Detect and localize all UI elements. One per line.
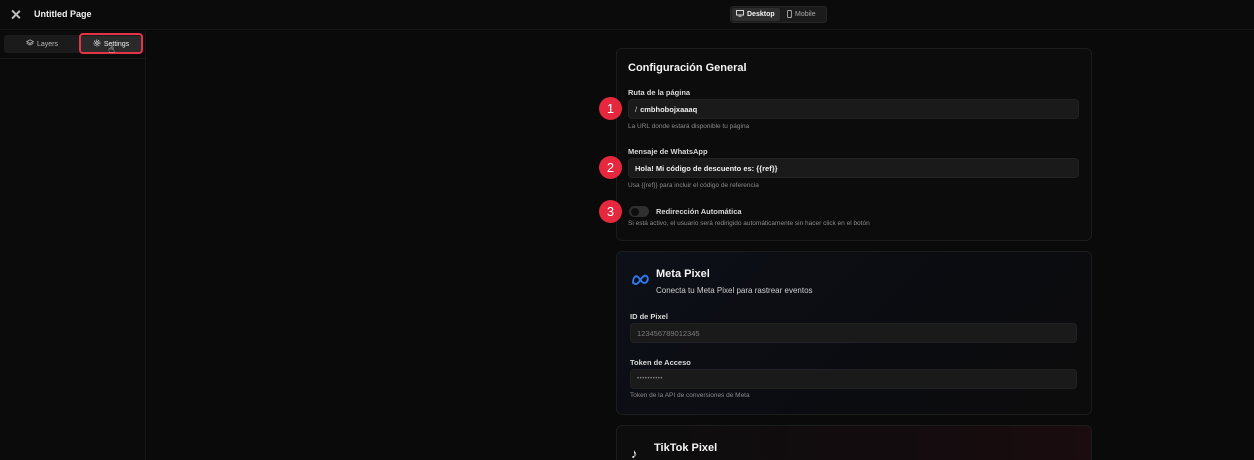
whatsapp-value: Hola! Mi código de descuento es: {{ref}} <box>635 163 778 173</box>
route-prefix: / <box>635 104 638 114</box>
tiktok-logo-icon: ♪ <box>631 446 638 460</box>
route-value: cmbhobojxaaaq <box>640 104 698 114</box>
mobile-button[interactable]: Mobile <box>783 8 825 21</box>
mobile-label: Mobile <box>795 11 816 18</box>
monitor-icon <box>736 10 744 19</box>
tab-layers[interactable]: Layers <box>5 36 79 52</box>
whatsapp-message-input[interactable]: Hola! Mi código de descuento es: {{ref}} <box>628 158 1079 178</box>
access-token-label: Token de Acceso <box>630 358 691 367</box>
whatsapp-label: Mensaje de WhatsApp <box>628 147 708 156</box>
pixel-id-input[interactable]: 123456789012345 <box>630 323 1077 343</box>
pixel-id-placeholder: 123456789012345 <box>637 328 700 338</box>
desktop-button[interactable]: Desktop <box>732 8 780 21</box>
route-helper: La URL donde estará disponible tu página <box>628 123 750 130</box>
gear-icon <box>93 39 101 49</box>
annotation-badge-3: 3 <box>599 200 622 223</box>
page-title: Untitled Page <box>34 9 92 19</box>
sidebar-divider <box>0 58 146 59</box>
meta-pixel-subtitle: Conecta tu Meta Pixel para rastrear even… <box>656 286 813 295</box>
device-toggle: Desktop Mobile <box>730 6 827 23</box>
phone-icon <box>787 9 792 20</box>
auto-redirect-label: Redirección Automática <box>656 207 742 216</box>
annotation-badge-2: 2 <box>599 156 622 179</box>
tab-layers-label: Layers <box>36 40 58 48</box>
whatsapp-helper: Usa {{ref}} para incluir el código de re… <box>628 182 759 189</box>
desktop-label: Desktop <box>747 11 775 18</box>
access-token-placeholder: •••••••••• <box>637 376 664 382</box>
meta-pixel-title: Meta Pixel <box>656 268 710 280</box>
access-token-helper: Token de la API de conversiones de Meta <box>630 392 750 399</box>
sidebar-tabs: Layers Settings <box>4 35 142 53</box>
close-icon[interactable] <box>9 8 23 22</box>
tiktok-pixel-title: TikTok Pixel <box>654 442 718 454</box>
top-bar: Untitled Page Desktop Mobile <box>0 0 1254 30</box>
left-panel: Layers Settings <box>0 31 146 460</box>
pixel-id-label: ID de Pixel <box>630 312 668 321</box>
access-token-input[interactable]: •••••••••• <box>630 369 1077 389</box>
auto-redirect-helper: Si está activo, el usuario será redirigi… <box>628 220 870 227</box>
route-label: Ruta de la página <box>628 88 691 97</box>
annotation-badge-1: 1 <box>599 97 622 120</box>
auto-redirect-toggle[interactable] <box>629 206 649 217</box>
layers-icon <box>25 39 35 49</box>
general-settings-title: Configuración General <box>628 62 747 74</box>
meta-logo-icon <box>631 273 651 287</box>
route-input[interactable]: / cmbhobojxaaaq <box>628 99 1079 119</box>
